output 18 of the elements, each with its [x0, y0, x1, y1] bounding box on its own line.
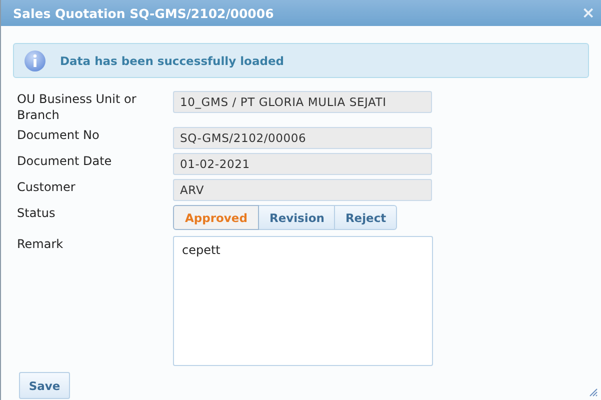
save-button[interactable]: Save: [19, 372, 70, 399]
resize-grip-icon[interactable]: [589, 388, 598, 397]
field-label: Document No: [16, 127, 100, 143]
field-label: Status: [16, 205, 56, 221]
field-label: Document Date: [16, 153, 113, 169]
status-toggle-button[interactable]: Revision: [259, 205, 336, 230]
status-toggle-button[interactable]: Reject: [335, 205, 398, 230]
input-field[interactable]: 10_GMS / PT GLORIA MULIA SEJATI: [173, 91, 432, 113]
input-field[interactable]: 01-02-2021: [173, 153, 432, 175]
window-title: Sales Quotation SQ-GMS/2102/00006: [13, 6, 274, 20]
info-icon: [24, 50, 46, 72]
remark-field[interactable]: cepett: [173, 236, 433, 366]
field-label: Remark: [16, 236, 64, 252]
field-label: Customer: [16, 179, 76, 195]
field-label: OU Business Unit or Branch: [16, 91, 138, 123]
input-field[interactable]: SQ-GMS/2102/00006: [173, 127, 432, 149]
input-field[interactable]: ARV: [173, 179, 432, 201]
alert-message: Data has been successfully loaded: [60, 54, 284, 68]
